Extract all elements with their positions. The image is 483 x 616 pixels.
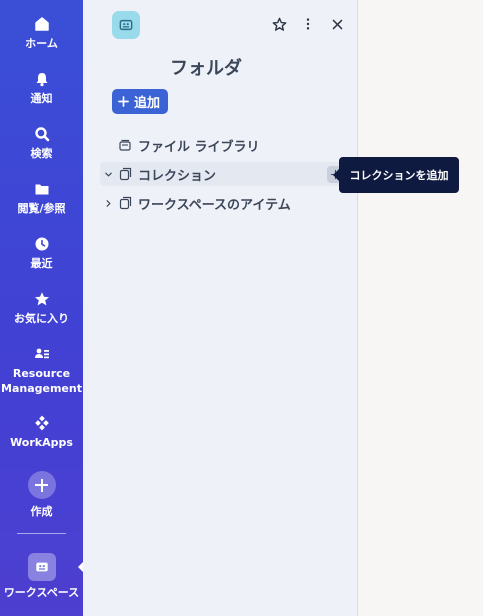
workspace-logo-icon bbox=[119, 19, 133, 31]
nav-home[interactable]: ホーム bbox=[0, 16, 83, 51]
chevron-down-icon[interactable] bbox=[100, 170, 116, 179]
close-button[interactable] bbox=[328, 15, 346, 33]
workspace-logo bbox=[112, 11, 140, 39]
workspace-panel: フォルダ 追加 ファイル ライブラリ コレクション ワークスペースのアイテム bbox=[83, 0, 358, 616]
tree-item-label: ワークスペースのアイテム bbox=[138, 197, 291, 213]
nav-browse-label: 閲覧/参照 bbox=[17, 202, 66, 215]
star-outline-icon bbox=[272, 17, 286, 31]
nav-browse[interactable]: 閲覧/参照 bbox=[0, 181, 83, 216]
folder-icon bbox=[0, 181, 83, 197]
nav-create[interactable]: 作成 bbox=[0, 471, 83, 519]
tree-item-label: ファイル ライブラリ bbox=[138, 139, 260, 155]
nav-workspace-label: ワークスペース bbox=[3, 586, 80, 599]
search-icon bbox=[0, 126, 83, 142]
rail-divider bbox=[17, 533, 66, 534]
workspace-icon bbox=[27, 553, 56, 581]
add-button-label: 追加 bbox=[134, 96, 161, 111]
more-options-button[interactable] bbox=[299, 15, 317, 33]
nav-favorites[interactable]: お気に入り bbox=[0, 291, 83, 326]
nav-workapps-label: WorkApps bbox=[10, 436, 73, 449]
nav-resource-management-label: Resource Management bbox=[1, 367, 82, 395]
star-icon bbox=[0, 291, 83, 307]
nav-notifications[interactable]: 通知 bbox=[0, 71, 83, 106]
chevron-right-icon[interactable] bbox=[100, 199, 116, 208]
nav-home-label: ホーム bbox=[25, 37, 58, 50]
workapps-icon bbox=[0, 415, 83, 431]
plus-icon bbox=[27, 471, 56, 499]
bell-icon bbox=[0, 71, 83, 87]
tree-item-workspace-items[interactable]: ワークスペースのアイテム bbox=[100, 191, 355, 215]
nav-notifications-label: 通知 bbox=[30, 92, 53, 105]
collection-icon bbox=[118, 167, 132, 181]
tree-item-label: コレクション bbox=[138, 168, 217, 184]
add-collection-tooltip: コレクションを追加 bbox=[333, 157, 459, 193]
nav-workspace[interactable]: ワークスペース bbox=[0, 553, 83, 600]
nav-create-label: 作成 bbox=[30, 505, 53, 518]
items-icon bbox=[118, 196, 132, 210]
favorite-button[interactable] bbox=[270, 15, 288, 33]
library-icon bbox=[118, 138, 132, 152]
nav-search-label: 検索 bbox=[30, 147, 53, 160]
close-icon bbox=[332, 19, 342, 29]
home-icon bbox=[0, 16, 83, 32]
vertical-ellipsis-icon bbox=[306, 18, 310, 30]
left-nav-rail: ホーム 通知 検索 閲覧/参照 最近 お気に入り Resource Manage… bbox=[0, 0, 84, 616]
nav-search[interactable]: 検索 bbox=[0, 126, 83, 161]
page-title: フォルダ bbox=[170, 58, 242, 79]
nav-resource-management[interactable]: Resource Management bbox=[0, 346, 83, 396]
add-button[interactable]: 追加 bbox=[112, 89, 169, 114]
clock-icon bbox=[0, 236, 83, 252]
nav-recent[interactable]: 最近 bbox=[0, 236, 83, 271]
nav-favorites-label: お気に入り bbox=[14, 312, 69, 325]
nav-workapps[interactable]: WorkApps bbox=[0, 415, 83, 450]
nav-recent-label: 最近 bbox=[30, 257, 53, 270]
plus-icon bbox=[118, 96, 129, 107]
tree-item-file-library[interactable]: ファイル ライブラリ bbox=[100, 133, 355, 157]
people-icon bbox=[0, 346, 83, 362]
tree-item-collections[interactable]: コレクション bbox=[100, 162, 355, 186]
